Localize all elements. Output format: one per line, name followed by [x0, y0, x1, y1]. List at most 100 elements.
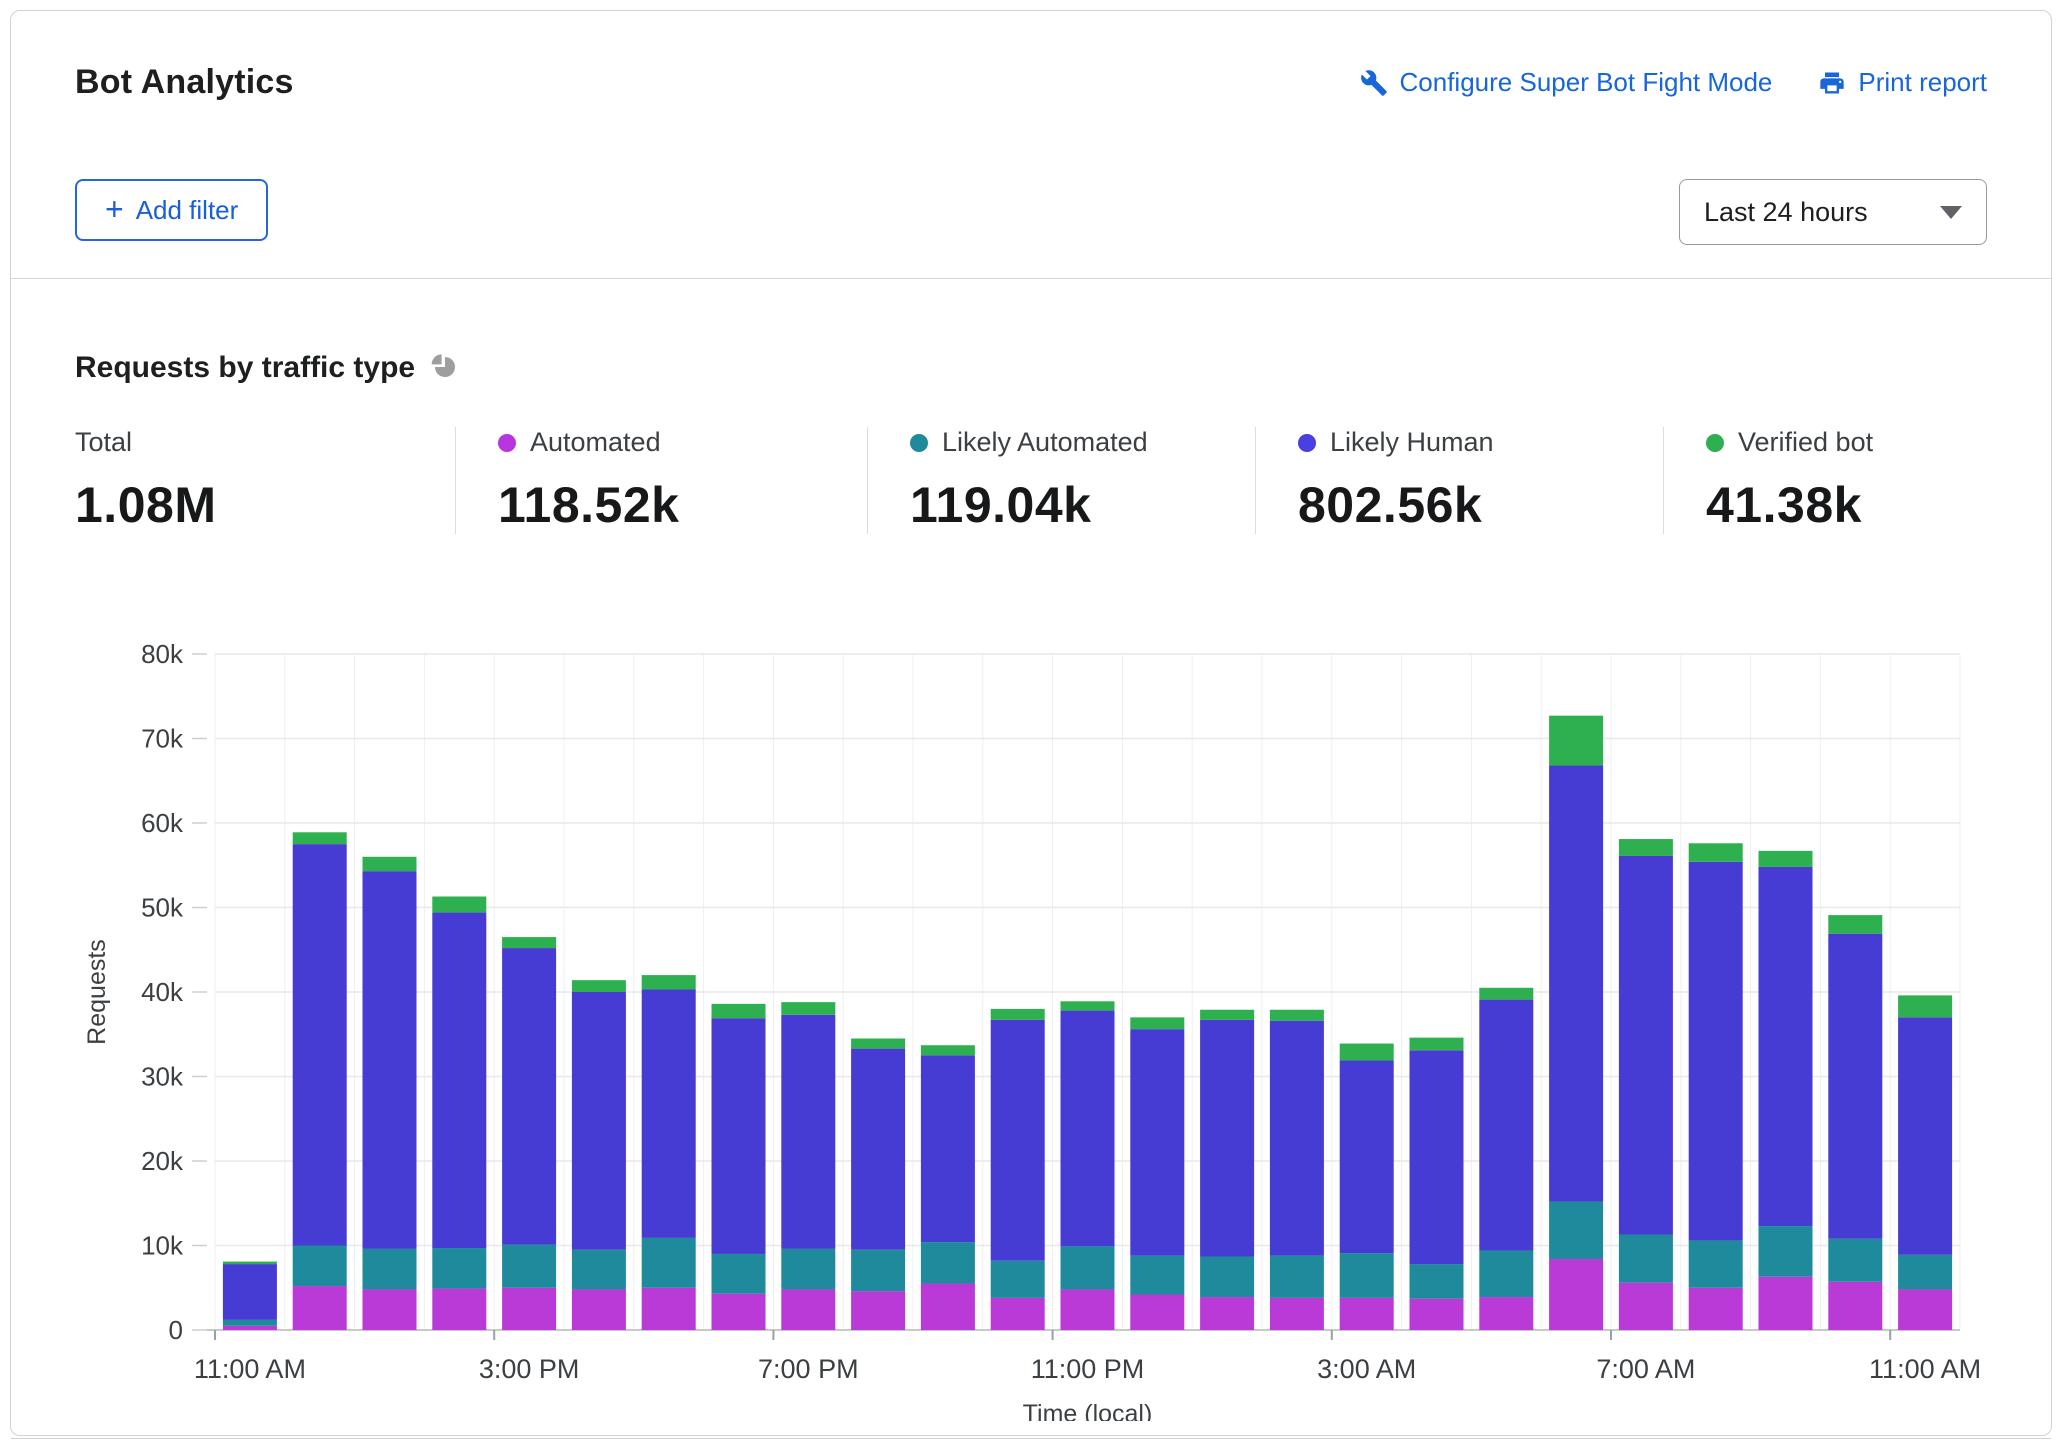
- bar-segment-verified-bot[interactable]: [1061, 1001, 1115, 1010]
- bar-segment-automated[interactable]: [293, 1286, 347, 1330]
- bar-segment-likely-human[interactable]: [363, 871, 417, 1249]
- stat-likely-automated[interactable]: Likely Automated119.04k: [867, 427, 1255, 534]
- bar-segment-likely-human[interactable]: [1898, 1017, 1952, 1254]
- bar-segment-automated[interactable]: [1061, 1289, 1115, 1330]
- bar-segment-verified-bot[interactable]: [1479, 988, 1533, 1000]
- bar-segment-automated[interactable]: [1759, 1277, 1813, 1330]
- bar-segment-verified-bot[interactable]: [1549, 716, 1603, 766]
- bar-segment-automated[interactable]: [1340, 1298, 1394, 1330]
- stat-likely-human[interactable]: Likely Human802.56k: [1255, 427, 1663, 534]
- bar-segment-likely-automated[interactable]: [1270, 1256, 1324, 1298]
- bar-segment-likely-automated[interactable]: [991, 1261, 1045, 1298]
- bar-segment-automated[interactable]: [1549, 1259, 1603, 1330]
- bar-segment-verified-bot[interactable]: [1898, 995, 1952, 1017]
- bar-segment-verified-bot[interactable]: [432, 897, 486, 913]
- bar-segment-automated[interactable]: [502, 1288, 556, 1330]
- bar-segment-verified-bot[interactable]: [223, 1262, 277, 1265]
- bar-segment-likely-human[interactable]: [1479, 1000, 1533, 1251]
- bar-segment-verified-bot[interactable]: [1270, 1010, 1324, 1021]
- bar-segment-likely-human[interactable]: [1270, 1021, 1324, 1256]
- print-report-link[interactable]: Print report: [1818, 67, 1987, 98]
- bar-segment-likely-human[interactable]: [991, 1020, 1045, 1261]
- bar-segment-likely-automated[interactable]: [1759, 1226, 1813, 1277]
- bar-segment-likely-automated[interactable]: [1340, 1253, 1394, 1298]
- bar-segment-verified-bot[interactable]: [1759, 851, 1813, 867]
- bar-segment-automated[interactable]: [572, 1289, 626, 1330]
- bar-segment-likely-automated[interactable]: [1619, 1235, 1673, 1283]
- bar-segment-likely-human[interactable]: [1340, 1060, 1394, 1253]
- bar-segment-likely-human[interactable]: [1619, 856, 1673, 1235]
- bar-segment-likely-automated[interactable]: [1410, 1264, 1464, 1299]
- bar-segment-likely-human[interactable]: [921, 1055, 975, 1242]
- bar-segment-likely-human[interactable]: [1200, 1020, 1254, 1257]
- bar-segment-automated[interactable]: [1898, 1289, 1952, 1330]
- time-range-select[interactable]: Last 24 hours: [1679, 179, 1987, 245]
- bar-segment-automated[interactable]: [1689, 1288, 1743, 1330]
- bar-segment-likely-human[interactable]: [781, 1015, 835, 1249]
- bar-segment-likely-automated[interactable]: [432, 1248, 486, 1289]
- bar-segment-likely-automated[interactable]: [1130, 1256, 1184, 1295]
- bar-segment-likely-automated[interactable]: [293, 1246, 347, 1287]
- bar-segment-verified-bot[interactable]: [642, 975, 696, 989]
- bar-segment-likely-automated[interactable]: [1479, 1251, 1533, 1297]
- bar-segment-verified-bot[interactable]: [781, 1002, 835, 1015]
- bar-segment-verified-bot[interactable]: [1619, 839, 1673, 856]
- bar-segment-likely-automated[interactable]: [223, 1320, 277, 1326]
- bar-segment-verified-bot[interactable]: [572, 980, 626, 992]
- bar-segment-automated[interactable]: [851, 1291, 905, 1330]
- bar-segment-likely-automated[interactable]: [851, 1250, 905, 1291]
- bar-segment-automated[interactable]: [1479, 1297, 1533, 1330]
- bar-segment-verified-bot[interactable]: [1689, 843, 1743, 862]
- bar-segment-likely-human[interactable]: [851, 1049, 905, 1250]
- bar-segment-automated[interactable]: [432, 1289, 486, 1330]
- bar-segment-likely-automated[interactable]: [642, 1238, 696, 1288]
- bar-segment-likely-human[interactable]: [223, 1264, 277, 1320]
- add-filter-button[interactable]: + Add filter: [75, 179, 268, 241]
- bar-segment-likely-automated[interactable]: [1828, 1239, 1882, 1282]
- configure-super-bot-fight-mode-link[interactable]: Configure Super Bot Fight Mode: [1360, 67, 1773, 98]
- bar-segment-likely-human[interactable]: [572, 992, 626, 1250]
- bar-segment-likely-human[interactable]: [432, 913, 486, 1248]
- bar-segment-likely-human[interactable]: [1549, 766, 1603, 1202]
- bar-segment-automated[interactable]: [1828, 1282, 1882, 1330]
- bar-segment-likely-automated[interactable]: [781, 1249, 835, 1290]
- bar-segment-verified-bot[interactable]: [502, 937, 556, 948]
- bar-segment-likely-automated[interactable]: [363, 1249, 417, 1290]
- bar-segment-likely-human[interactable]: [642, 989, 696, 1237]
- bar-segment-verified-bot[interactable]: [712, 1004, 766, 1018]
- bar-segment-verified-bot[interactable]: [921, 1045, 975, 1055]
- bar-segment-likely-automated[interactable]: [1061, 1246, 1115, 1289]
- bar-segment-automated[interactable]: [223, 1326, 277, 1330]
- bar-segment-verified-bot[interactable]: [1130, 1017, 1184, 1029]
- bar-segment-automated[interactable]: [781, 1289, 835, 1330]
- bar-segment-likely-automated[interactable]: [712, 1254, 766, 1294]
- bar-segment-automated[interactable]: [712, 1294, 766, 1330]
- stat-total[interactable]: Total1.08M: [75, 427, 455, 534]
- bar-segment-verified-bot[interactable]: [293, 832, 347, 844]
- bar-segment-automated[interactable]: [1130, 1295, 1184, 1330]
- bar-segment-likely-human[interactable]: [712, 1018, 766, 1254]
- stat-verified-bot[interactable]: Verified bot41.38k: [1663, 427, 1987, 534]
- bar-segment-automated[interactable]: [921, 1284, 975, 1330]
- bar-segment-likely-human[interactable]: [293, 844, 347, 1245]
- bar-segment-likely-automated[interactable]: [1549, 1202, 1603, 1259]
- bar-segment-automated[interactable]: [1619, 1283, 1673, 1330]
- bar-segment-likely-human[interactable]: [1410, 1050, 1464, 1264]
- bar-segment-verified-bot[interactable]: [1340, 1044, 1394, 1061]
- bar-segment-likely-automated[interactable]: [921, 1242, 975, 1283]
- bar-segment-verified-bot[interactable]: [1410, 1038, 1464, 1051]
- bar-segment-verified-bot[interactable]: [991, 1009, 1045, 1020]
- bar-segment-likely-automated[interactable]: [1689, 1240, 1743, 1287]
- bar-segment-likely-human[interactable]: [1061, 1011, 1115, 1247]
- bar-segment-verified-bot[interactable]: [851, 1038, 905, 1048]
- bar-segment-verified-bot[interactable]: [363, 857, 417, 871]
- bar-segment-automated[interactable]: [1200, 1297, 1254, 1330]
- bar-segment-likely-human[interactable]: [502, 948, 556, 1245]
- bar-segment-likely-automated[interactable]: [1200, 1256, 1254, 1297]
- bar-segment-automated[interactable]: [991, 1298, 1045, 1330]
- bar-segment-automated[interactable]: [1410, 1299, 1464, 1330]
- bar-segment-likely-automated[interactable]: [502, 1245, 556, 1288]
- bar-segment-automated[interactable]: [642, 1288, 696, 1330]
- bar-segment-likely-automated[interactable]: [572, 1250, 626, 1290]
- bar-segment-likely-human[interactable]: [1130, 1029, 1184, 1255]
